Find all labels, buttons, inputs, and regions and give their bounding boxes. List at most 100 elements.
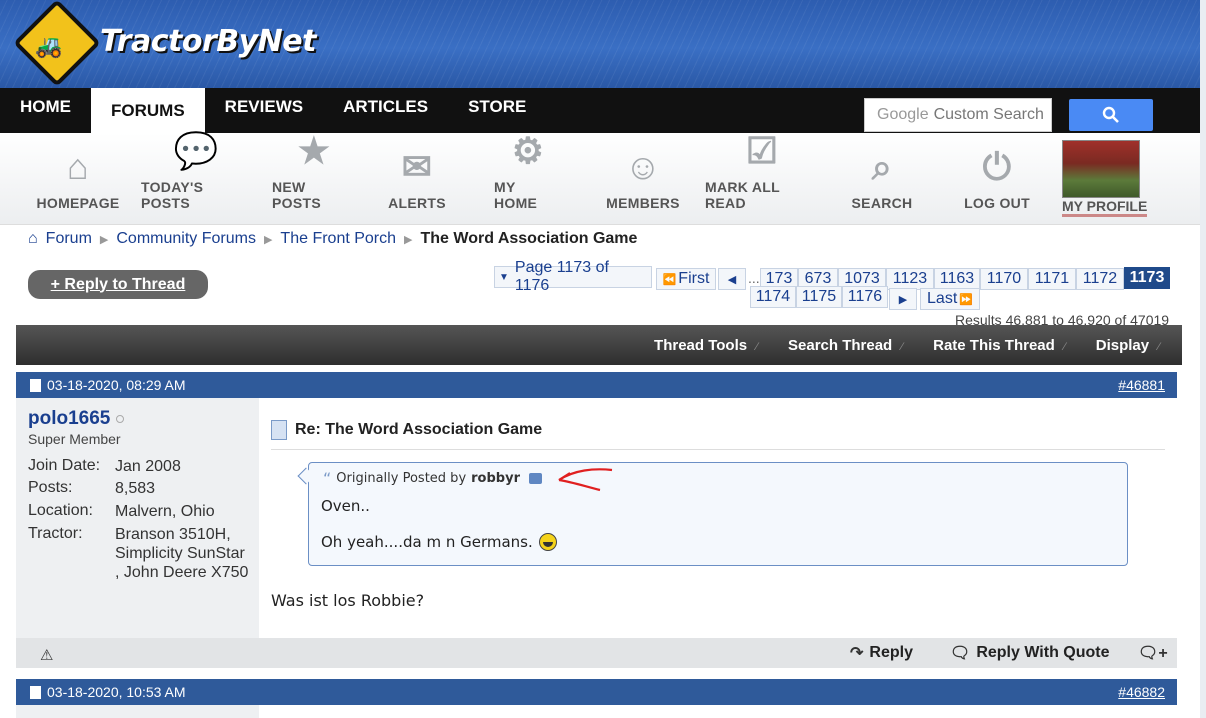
- tab-home[interactable]: HOME: [0, 88, 91, 126]
- first-page-button[interactable]: ⏪ First: [656, 268, 716, 290]
- my-home-label: MY HOME: [494, 179, 538, 211]
- offline-status-icon: [116, 414, 125, 423]
- people-icon: ☺: [624, 146, 662, 187]
- double-right-icon: ⏩: [959, 293, 973, 306]
- report-post-icon[interactable]: ⚠: [40, 646, 53, 664]
- location-value: Malvern, Ohio: [115, 503, 215, 520]
- next-page-button[interactable]: ▶: [889, 288, 917, 310]
- post-title-text: Re: The Word Association Game: [295, 421, 543, 438]
- mark-all-read-label: MARK ALL READ: [705, 179, 780, 211]
- page-link[interactable]: 1175: [796, 286, 842, 308]
- breadcrumb-current: The Word Association Game: [420, 230, 638, 247]
- tab-store[interactable]: STORE: [448, 88, 546, 126]
- prev-page-button[interactable]: ◀: [718, 268, 746, 290]
- tractor-value: Branson 3510H, Simplicity SunStar , John…: [115, 526, 249, 581]
- location-label: Location:: [28, 502, 93, 519]
- post-footer: ⚠ ↷ Reply 🗨 Reply With Quote 🗨+: [16, 638, 1177, 668]
- tab-forums[interactable]: FORUMS: [91, 88, 205, 133]
- left-arrow-icon: ◀: [727, 273, 737, 286]
- page-jump-dropdown[interactable]: ▼ Page 1173 of 1176: [494, 259, 652, 294]
- site-logo[interactable]: 🚜 TractorByNet: [13, 0, 316, 87]
- new-posts-label: NEW POSTS: [272, 179, 321, 211]
- post-number-link[interactable]: #46881: [1118, 377, 1165, 393]
- join-date-label: Join Date:: [28, 457, 101, 474]
- quote-author: robbyr: [471, 471, 520, 486]
- reply-with-quote-label: Reply With Quote: [976, 644, 1110, 661]
- reply-arrow-icon: ↷: [850, 645, 864, 662]
- post-icon: [30, 685, 41, 699]
- quote-header: “ Originally Posted by robbyr: [323, 469, 542, 488]
- power-icon: ⏻: [982, 146, 1012, 187]
- search-thread-menu[interactable]: Search Thread: [788, 337, 903, 354]
- page-link[interactable]: 1163: [934, 268, 980, 290]
- page-link[interactable]: 1171: [1028, 268, 1076, 290]
- breadcrumb: ⌂ Forum ▶ Community Forums ▶ The Front P…: [28, 230, 637, 248]
- quote-line: Oh yeah....da m n Germans.: [321, 533, 557, 551]
- reply-to-thread-button[interactable]: + Reply to Thread: [28, 270, 208, 299]
- user-info-panel: polo1665 Super Member Join Date: Jan 200…: [16, 398, 259, 638]
- last-label: Last: [927, 290, 958, 307]
- post-header: 03-18-2020, 10:53 AM #46882: [16, 679, 1177, 705]
- multi-quote-button[interactable]: 🗨+: [1138, 643, 1168, 663]
- reply-with-quote-button[interactable]: 🗨 Reply With Quote: [950, 643, 1110, 663]
- star-bubble-icon: ★: [297, 130, 331, 171]
- new-posts-link[interactable]: ★ NEW POSTS: [272, 133, 356, 223]
- homepage-label: HOMEPAGE: [36, 195, 120, 211]
- search-link[interactable]: ⌕ SEARCH: [852, 133, 913, 223]
- log-out-link[interactable]: ⏻ LOG OUT: [964, 133, 1030, 223]
- title-divider: [271, 449, 1165, 450]
- last-page-button[interactable]: Last ⏩: [920, 288, 980, 310]
- search-input[interactable]: Google Custom Search: [864, 98, 1052, 132]
- page-link[interactable]: 1174: [750, 286, 796, 308]
- todays-posts-link[interactable]: 💬 TODAY'S POSTS: [141, 133, 251, 223]
- thread-tools-menu[interactable]: Thread Tools: [654, 337, 758, 354]
- tab-articles[interactable]: ARTICLES: [323, 88, 448, 126]
- post-date: 03-18-2020, 08:29 AM: [47, 377, 186, 393]
- homepage-link[interactable]: ⌂ HOMEPAGE: [36, 133, 120, 223]
- house-icon: ⌂: [66, 146, 90, 187]
- posts-value: 8,583: [115, 480, 156, 497]
- reply-label: Reply: [869, 644, 913, 661]
- view-post-icon[interactable]: [528, 473, 542, 484]
- quote-prefix: Originally Posted by: [336, 471, 467, 486]
- magnifier-icon: ⌕: [871, 146, 893, 187]
- mark-all-read-link[interactable]: ☑ MARK ALL READ: [705, 133, 819, 223]
- laughing-smiley-icon: [538, 533, 557, 551]
- first-label: First: [678, 270, 710, 287]
- display-menu[interactable]: Display: [1096, 337, 1160, 354]
- tractor-label: Tractor:: [28, 525, 83, 542]
- breadcrumb-separator-icon: ▶: [99, 233, 109, 246]
- tab-reviews[interactable]: REVIEWS: [205, 88, 323, 126]
- home-icon[interactable]: ⌂: [28, 230, 38, 248]
- post-date: 03-18-2020, 10:53 AM: [47, 684, 186, 700]
- alerts-label: ALERTS: [388, 195, 446, 211]
- post-body: Re: The Word Association Game “ Original…: [259, 398, 1177, 638]
- my-profile-link[interactable]: MY PROFILE: [1062, 198, 1148, 217]
- rate-thread-menu[interactable]: Rate This Thread: [933, 337, 1066, 354]
- current-page: 1173: [1124, 267, 1170, 289]
- todays-posts-label: TODAY'S POSTS: [141, 179, 204, 211]
- alerts-link[interactable]: ✉ ALERTS: [382, 133, 452, 223]
- page-link[interactable]: 1172: [1076, 268, 1124, 290]
- search-button[interactable]: [1069, 99, 1153, 131]
- post-text: Was ist los Robbie?: [271, 591, 425, 610]
- scrollbar-track[interactable]: [1200, 0, 1206, 718]
- quote-pointer: [297, 467, 315, 485]
- profile-avatar[interactable]: [1062, 140, 1140, 198]
- breadcrumb-separator-icon: ▶: [404, 233, 413, 246]
- page-link[interactable]: 1176: [842, 286, 888, 308]
- breadcrumb-community-forums[interactable]: Community Forums: [116, 230, 256, 248]
- breadcrumb-forum[interactable]: Forum: [46, 230, 92, 248]
- search-placeholder: Custom Search: [933, 106, 1044, 123]
- reply-button[interactable]: ↷ Reply: [850, 643, 913, 663]
- post-number-link[interactable]: #46882: [1118, 684, 1165, 700]
- breadcrumb-front-porch[interactable]: The Front Porch: [280, 230, 396, 248]
- posts-label: Posts:: [28, 479, 73, 496]
- my-home-link[interactable]: ⚙ MY HOME: [494, 133, 562, 223]
- log-out-label: LOG OUT: [964, 195, 1030, 211]
- page-link[interactable]: 1123: [886, 268, 934, 290]
- username[interactable]: polo1665: [28, 408, 125, 430]
- envelope-icon: ✉: [401, 146, 433, 187]
- members-link[interactable]: ☺ MEMBERS: [606, 133, 680, 223]
- page-link[interactable]: 1170: [980, 268, 1028, 290]
